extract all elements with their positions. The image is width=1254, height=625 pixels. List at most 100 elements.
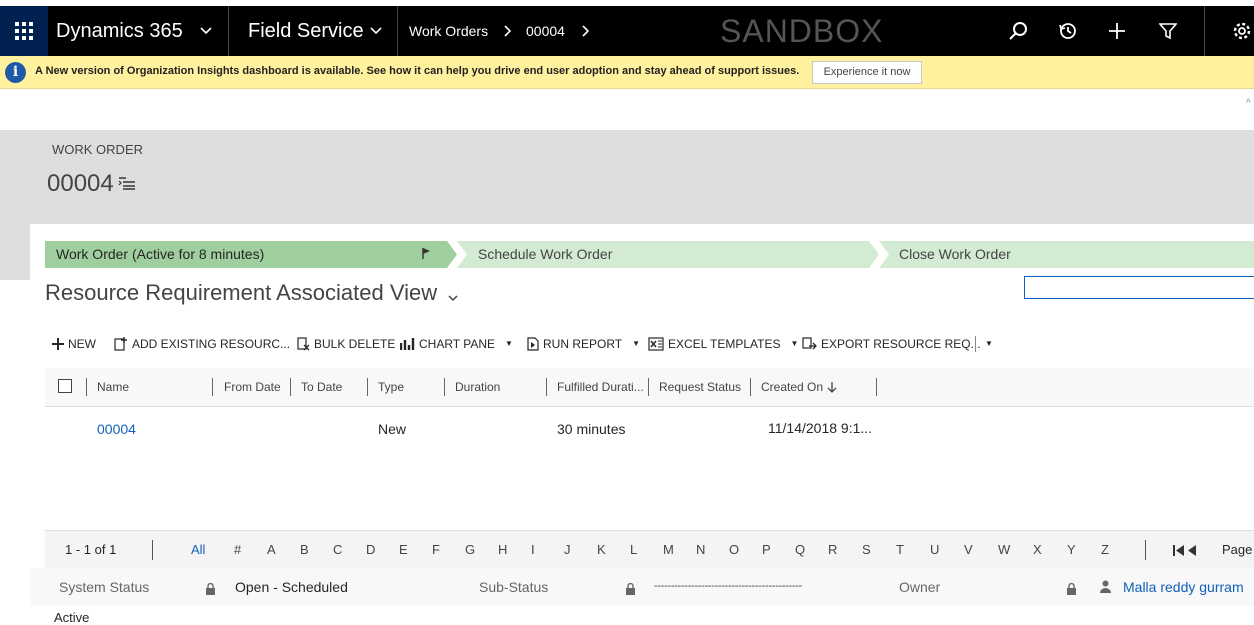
stage-schedule-work-order[interactable]: Schedule Work Order	[468, 241, 612, 268]
sort-descending-icon[interactable]	[827, 380, 837, 398]
sub-status-value: ----------------------------------------…	[654, 580, 802, 592]
alpha-filter-t[interactable]: T	[896, 542, 904, 557]
waffle-icon	[15, 22, 33, 40]
row-created-on: 11/14/2018 9:1...	[768, 420, 873, 436]
alpha-filter-m[interactable]: M	[663, 542, 674, 557]
alpha-filter-q[interactable]: Q	[795, 542, 805, 557]
column-header-request-status[interactable]: Request Status	[659, 380, 741, 394]
caret-down-icon: ▼	[632, 339, 641, 348]
column-header-duration[interactable]: Duration	[455, 380, 500, 394]
alpha-filter-w[interactable]: W	[998, 542, 1010, 557]
report-icon	[527, 337, 539, 351]
scroll-up-icon[interactable]: ^	[1246, 98, 1251, 109]
alpha-filter-u[interactable]: U	[930, 542, 939, 557]
chevron-right-icon	[502, 6, 514, 56]
module-name[interactable]: Field Service	[248, 6, 364, 56]
alpha-filter-s[interactable]: S	[862, 542, 871, 557]
caret-down-icon: ▼	[505, 339, 513, 348]
flag-icon	[421, 247, 431, 265]
alpha-filter-n[interactable]: N	[696, 542, 705, 557]
alpha-filter-y[interactable]: Y	[1067, 542, 1076, 557]
record-count: 1 - 1 of 1	[65, 542, 117, 557]
export-button[interactable]: EXPORT RESOURCE REQ...	[802, 333, 981, 355]
system-status-label: System Status	[59, 579, 150, 595]
search-icon[interactable]	[1006, 6, 1030, 56]
app-launcher-button[interactable]	[0, 6, 48, 56]
system-status-value: Open - Scheduled	[235, 579, 348, 595]
alpha-filter-z[interactable]: Z	[1101, 542, 1109, 557]
stage-close-work-order[interactable]: Close Work Order	[889, 241, 1011, 268]
row-name-link[interactable]: 00004	[97, 421, 136, 437]
alpha-filter-o[interactable]: O	[729, 542, 739, 557]
toolbar-divider	[975, 336, 976, 352]
more-commands-icon[interactable]: ▼	[985, 339, 993, 348]
chevron-right-icon[interactable]	[580, 6, 592, 56]
breadcrumb-work-orders[interactable]: Work Orders	[409, 6, 488, 56]
table-row[interactable]	[45, 408, 1254, 448]
chevron-down-icon[interactable]	[198, 6, 214, 56]
notification-bar: i A New version of Organization Insights…	[0, 56, 1254, 89]
alpha-filter-i[interactable]: I	[531, 542, 535, 557]
chart-pane-button[interactable]: CHART PANE ▼	[400, 333, 513, 355]
new-button[interactable]: NEW	[52, 333, 96, 355]
entity-label: WORK ORDER	[52, 142, 143, 157]
column-header-type[interactable]: Type	[378, 380, 404, 394]
column-header-name[interactable]: Name	[97, 380, 129, 394]
filter-icon[interactable]	[1156, 6, 1180, 56]
chart-icon	[400, 338, 415, 350]
footer-divider	[1145, 540, 1146, 560]
experience-it-now-button[interactable]: Experience it now	[812, 61, 922, 84]
plus-icon[interactable]	[1105, 6, 1129, 56]
run-report-button[interactable]: RUN REPORT ▼	[527, 333, 640, 355]
alpha-filter-c[interactable]: C	[333, 542, 342, 557]
alpha-filter-e[interactable]: E	[399, 542, 408, 557]
form-selector-icon[interactable]	[118, 176, 136, 195]
record-title: 00004	[47, 170, 114, 197]
alpha-filter-r[interactable]: R	[828, 542, 837, 557]
alpha-filter-p[interactable]: P	[762, 542, 771, 557]
excel-templates-button[interactable]: EXCEL TEMPLATES ▼	[648, 333, 798, 355]
breadcrumb-record[interactable]: 00004	[526, 6, 565, 56]
column-header-created-on[interactable]: Created On	[761, 380, 823, 394]
alpha-filter-j[interactable]: J	[564, 542, 571, 557]
alpha-filter-all[interactable]: All	[191, 542, 205, 557]
add-record-icon	[114, 337, 127, 351]
chevron-down-icon[interactable]	[448, 289, 458, 307]
column-header-fulfilled-duration[interactable]: Fulfilled Durati...	[557, 380, 644, 394]
alpha-filter-b[interactable]: B	[300, 542, 309, 557]
view-search-input[interactable]	[1024, 276, 1254, 299]
alpha-filter-v[interactable]: V	[964, 542, 973, 557]
alpha-filter-f[interactable]: F	[432, 542, 440, 557]
alpha-filter-g[interactable]: G	[465, 542, 475, 557]
environment-label: SANDBOX	[720, 13, 884, 49]
row-type: New	[378, 421, 407, 437]
recent-history-icon[interactable]	[1056, 6, 1080, 56]
alpha-filter-d[interactable]: D	[366, 542, 375, 557]
select-all-checkbox[interactable]	[58, 379, 72, 393]
sub-status-label: Sub-Status	[479, 579, 549, 595]
gear-icon[interactable]	[1230, 6, 1254, 56]
alpha-filter-l[interactable]: L	[630, 542, 637, 557]
app-name[interactable]: Dynamics 365	[56, 6, 183, 56]
alpha-filter-k[interactable]: K	[597, 542, 606, 557]
chevron-down-icon[interactable]	[368, 6, 384, 56]
first-page-icon[interactable]	[1172, 544, 1198, 562]
lock-icon	[205, 582, 216, 600]
view-title[interactable]: Resource Requirement Associated View	[45, 280, 437, 306]
owner-label: Owner	[899, 579, 941, 595]
alpha-filter-x[interactable]: X	[1033, 542, 1042, 557]
alpha-filter-h[interactable]: H	[498, 542, 507, 557]
page-label: Page	[1222, 542, 1253, 557]
column-header-from-date[interactable]: From Date	[224, 380, 281, 394]
bulk-delete-button[interactable]: BULK DELETE	[297, 333, 395, 355]
lock-icon	[1066, 582, 1077, 600]
column-header-to-date[interactable]: To Date	[301, 380, 342, 394]
stage-work-order[interactable]: Work Order (Active for 8 minutes)	[46, 241, 264, 268]
owner-link[interactable]: Malla reddy gurram	[1123, 579, 1244, 595]
alpha-filter-hash[interactable]: #	[234, 542, 241, 557]
notification-message: A New version of Organization Insights d…	[35, 65, 800, 77]
alpha-filter-a[interactable]: A	[267, 542, 276, 557]
info-icon: i	[5, 62, 26, 83]
excel-icon	[648, 337, 664, 351]
add-existing-button[interactable]: ADD EXISTING RESOURC...	[114, 333, 290, 355]
